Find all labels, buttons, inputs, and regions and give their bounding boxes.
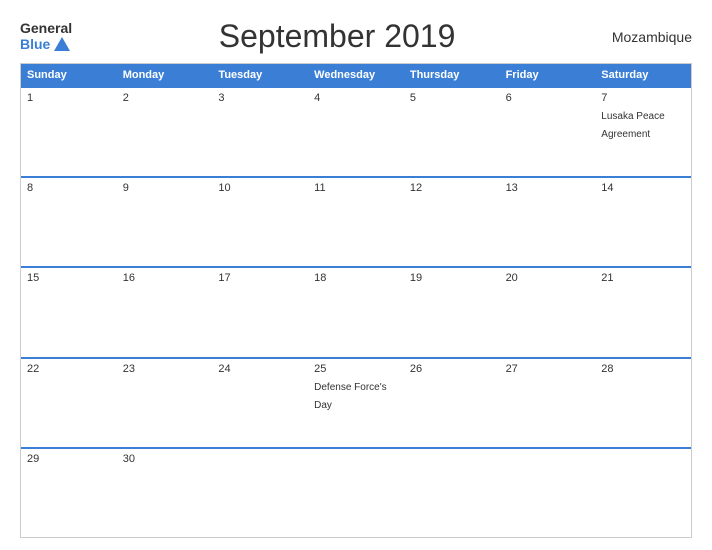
day-number: 21	[601, 272, 685, 284]
day-number: 18	[314, 272, 398, 284]
cal-cell: 30	[117, 449, 213, 537]
day-of-week-wednesday: Wednesday	[308, 64, 404, 86]
cal-cell	[500, 449, 596, 537]
day-number: 17	[218, 272, 302, 284]
day-number: 3	[218, 92, 302, 104]
day-number: 16	[123, 272, 207, 284]
cal-cell: 26	[404, 359, 500, 447]
cal-cell: 25 Defense Force's Day	[308, 359, 404, 447]
day-of-week-sunday: Sunday	[21, 64, 117, 86]
day-number: 4	[314, 92, 398, 104]
cal-cell: 6	[500, 88, 596, 176]
cal-cell: 21	[595, 268, 691, 356]
cal-cell: 4	[308, 88, 404, 176]
cal-cell: 14	[595, 178, 691, 266]
logo-triangle-icon	[54, 37, 70, 51]
day-number: 7	[601, 92, 685, 104]
day-number: 30	[123, 453, 207, 465]
day-number: 24	[218, 363, 302, 375]
day-number: 27	[506, 363, 590, 375]
day-number: 6	[506, 92, 590, 104]
cal-cell: 24	[212, 359, 308, 447]
day-number: 12	[410, 182, 494, 194]
calendar: SundayMondayTuesdayWednesdayThursdayFrid…	[20, 63, 692, 538]
day-number: 8	[27, 182, 111, 194]
cal-cell: 16	[117, 268, 213, 356]
day-number: 15	[27, 272, 111, 284]
week-row-5: 29 30	[21, 447, 691, 537]
cal-cell: 9	[117, 178, 213, 266]
day-number: 26	[410, 363, 494, 375]
day-number: 11	[314, 182, 398, 194]
week-row-4: 22 23 24 25 Defense Force's Day 26 27 28	[21, 357, 691, 447]
cal-cell: 18	[308, 268, 404, 356]
logo-general-text: General	[20, 21, 72, 36]
day-number: 10	[218, 182, 302, 194]
day-of-week-monday: Monday	[117, 64, 213, 86]
cal-cell: 11	[308, 178, 404, 266]
cal-cell: 3	[212, 88, 308, 176]
day-number: 9	[123, 182, 207, 194]
cal-cell	[404, 449, 500, 537]
day-number: 22	[27, 363, 111, 375]
country-label: Mozambique	[602, 29, 692, 45]
week-row-2: 89 10 11 12 13 14	[21, 176, 691, 266]
week-row-3: 15 16 17 18 19 20 21	[21, 266, 691, 356]
day-number: 13	[506, 182, 590, 194]
header: General Blue September 2019 Mozambique	[20, 18, 692, 55]
event-label: Lusaka Peace Agreement	[601, 111, 664, 140]
cal-cell: 17	[212, 268, 308, 356]
day-number: 23	[123, 363, 207, 375]
day-number: 28	[601, 363, 685, 375]
page: General Blue September 2019 Mozambique S…	[0, 0, 712, 550]
day-of-week-friday: Friday	[500, 64, 596, 86]
cal-cell: 10	[212, 178, 308, 266]
day-number: 1	[27, 92, 111, 104]
cal-cell: 12	[404, 178, 500, 266]
logo-blue-text: Blue	[20, 37, 70, 52]
cal-cell	[595, 449, 691, 537]
cal-cell: 22	[21, 359, 117, 447]
cal-cell: 7 Lusaka Peace Agreement	[595, 88, 691, 176]
day-number: 14	[601, 182, 685, 194]
week-row-1: 1234567 Lusaka Peace Agreement	[21, 86, 691, 176]
cal-cell: 2	[117, 88, 213, 176]
calendar-body: 1234567Lusaka Peace Agreement89101112131…	[21, 86, 691, 537]
calendar-header-row: SundayMondayTuesdayWednesdayThursdayFrid…	[21, 64, 691, 86]
day-number: 20	[506, 272, 590, 284]
logo: General Blue	[20, 21, 72, 52]
cal-cell	[308, 449, 404, 537]
day-of-week-tuesday: Tuesday	[212, 64, 308, 86]
cal-cell: 28	[595, 359, 691, 447]
day-number: 19	[410, 272, 494, 284]
cal-cell: 20	[500, 268, 596, 356]
cal-cell	[212, 449, 308, 537]
cal-cell: 1	[21, 88, 117, 176]
calendar-title: September 2019	[72, 18, 602, 55]
cal-cell: 23	[117, 359, 213, 447]
day-number: 25	[314, 363, 398, 375]
cal-cell: 27	[500, 359, 596, 447]
day-number: 2	[123, 92, 207, 104]
cal-cell: 19	[404, 268, 500, 356]
cal-cell: 15	[21, 268, 117, 356]
cal-cell: 5	[404, 88, 500, 176]
day-of-week-saturday: Saturday	[595, 64, 691, 86]
day-of-week-thursday: Thursday	[404, 64, 500, 86]
day-number: 29	[27, 453, 111, 465]
cal-cell: 8	[21, 178, 117, 266]
event-label: Defense Force's Day	[314, 382, 387, 411]
cal-cell: 13	[500, 178, 596, 266]
cal-cell: 29	[21, 449, 117, 537]
day-number: 5	[410, 92, 494, 104]
